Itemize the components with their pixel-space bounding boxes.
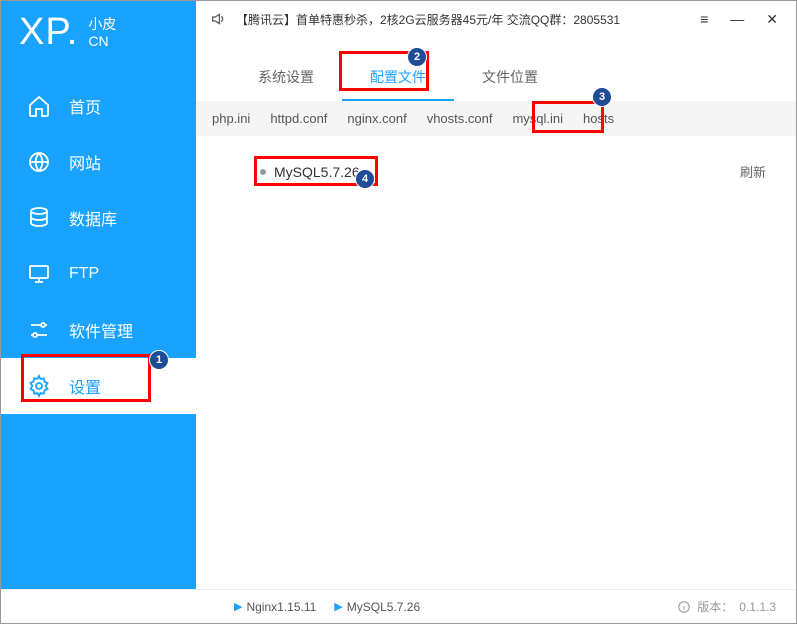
sidebar-item-label: 数据库 — [69, 206, 117, 230]
tab-file-location[interactable]: 文件位置 — [454, 55, 566, 101]
logo-sub1: 小皮 — [88, 16, 116, 33]
status-service-nginx[interactable]: ▶ Nginx1.15.11 — [234, 600, 316, 614]
play-icon: ▶ — [334, 600, 342, 613]
minimize-button[interactable]: — — [726, 11, 748, 27]
sidebar-item-home[interactable]: 首页 — [1, 78, 196, 134]
sidebar-item-label: 设置 — [69, 374, 101, 398]
play-icon: ▶ — [234, 600, 242, 613]
sidebar-item-software[interactable]: 软件管理 — [1, 302, 196, 358]
tabs: 系统设置 配置文件 文件位置 — [196, 37, 796, 101]
sidebar-item-label: 软件管理 — [69, 318, 133, 342]
menu-button[interactable]: ≡ — [696, 11, 712, 27]
config-item-mysql[interactable]: MySQL5.7.26 — [260, 164, 360, 180]
status-dot-icon — [260, 169, 266, 175]
version-info: 版本： 0.1.1.3 — [677, 598, 776, 615]
sidebar-item-website[interactable]: 网站 — [1, 134, 196, 190]
subtab-vhosts-conf[interactable]: vhosts.conf — [427, 111, 493, 126]
announcement-text[interactable]: 【腾讯云】首单特惠秒杀，2核2G云服务器45元/年 交流QQ群：2805531 — [236, 11, 686, 28]
topbar: 【腾讯云】首单特惠秒杀，2核2G云服务器45元/年 交流QQ群：2805531 … — [196, 1, 796, 37]
close-button[interactable]: ✕ — [762, 11, 782, 28]
database-icon — [27, 206, 51, 230]
status-service-mysql[interactable]: ▶ MySQL5.7.26 — [334, 600, 420, 614]
sidebar-item-ftp[interactable]: FTP — [1, 246, 196, 302]
sliders-icon — [27, 318, 51, 342]
version-value: 0.1.1.3 — [739, 600, 776, 614]
subtab-php-ini[interactable]: php.ini — [212, 111, 250, 126]
service-label: Nginx1.15.11 — [246, 600, 316, 614]
info-icon — [677, 600, 691, 614]
logo-sub2: CN — [88, 33, 116, 50]
home-icon — [27, 94, 51, 118]
logo-main: XP. — [19, 11, 78, 54]
logo: XP. 小皮 CN — [1, 1, 196, 78]
subtab-nginx-conf[interactable]: nginx.conf — [347, 111, 406, 126]
statusbar: ▶ Nginx1.15.11 ▶ MySQL5.7.26 版本： 0.1.1.3 — [1, 589, 796, 623]
tab-config-files[interactable]: 配置文件 — [342, 55, 454, 101]
gear-icon — [27, 374, 51, 398]
config-item-label: MySQL5.7.26 — [274, 164, 360, 180]
tab-system-settings[interactable]: 系统设置 — [230, 55, 342, 101]
content-body: MySQL5.7.26 4 刷新 — [196, 136, 796, 589]
sidebar-item-label: 首页 — [69, 94, 101, 118]
sidebar-item-database[interactable]: 数据库 — [1, 190, 196, 246]
globe-icon — [27, 150, 51, 174]
version-label: 版本： — [697, 598, 733, 615]
subtab-hosts[interactable]: hosts — [583, 111, 614, 126]
speaker-icon — [210, 11, 226, 27]
ftp-icon — [27, 262, 51, 286]
subtab-httpd-conf[interactable]: httpd.conf — [270, 111, 327, 126]
sidebar-item-label: 网站 — [69, 150, 101, 174]
subtab-mysql-ini[interactable]: mysql.ini — [512, 111, 563, 126]
sidebar-item-label: FTP — [69, 265, 99, 283]
subtabs: php.ini httpd.conf nginx.conf vhosts.con… — [196, 101, 796, 136]
service-label: MySQL5.7.26 — [347, 600, 420, 614]
sidebar: XP. 小皮 CN 首页 网站 数据库 FTP 软件管理 — [1, 1, 196, 589]
sidebar-item-settings[interactable]: 设置 — [1, 358, 196, 414]
refresh-button[interactable]: 刷新 — [740, 162, 766, 181]
